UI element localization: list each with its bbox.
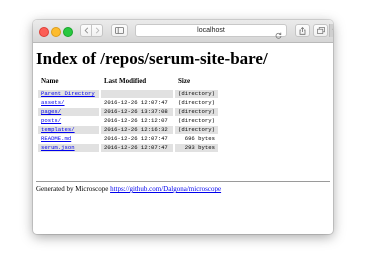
size-cell: (directory) — [178, 99, 215, 106]
horizontal-rule — [36, 181, 330, 182]
size-cell: (directory) — [175, 108, 218, 116]
name-cell: pages/ — [38, 108, 99, 116]
size-column-header: Size — [178, 77, 191, 85]
share-button[interactable] — [295, 24, 310, 37]
browser-window: localhost + Index of /repos/serum-site-b… — [33, 20, 333, 234]
entry-link[interactable]: templates/ — [41, 126, 75, 133]
browser-toolbar: localhost + — [33, 20, 333, 43]
size-cell: 293 bytes — [175, 144, 218, 152]
table-row: pages/ 2016-12-26 13:37:08 (directory) — [38, 108, 218, 116]
entry-link[interactable]: pages/ — [41, 108, 61, 115]
share-icon — [299, 26, 306, 35]
close-window-button[interactable] — [39, 27, 49, 37]
table-row: README.md 2016-12-26 12:07:47 696 bytes — [38, 135, 218, 143]
table-row: Parent Directory (directory) — [38, 90, 218, 98]
chevron-right-icon — [95, 27, 100, 34]
sidebar-toggle-button[interactable] — [111, 24, 128, 37]
sidebar-icon — [115, 27, 124, 34]
minimize-window-button[interactable] — [51, 27, 61, 37]
entry-link[interactable]: posts/ — [41, 117, 61, 124]
reload-icon[interactable] — [275, 26, 282, 44]
modified-cell: 2016-12-26 12:12:07 — [104, 117, 168, 124]
zoom-window-button[interactable] — [63, 27, 73, 37]
footer: Generated by Microscope https://github.c… — [36, 185, 221, 193]
name-column-header: Name — [41, 77, 59, 85]
name-cell: README.md — [38, 135, 99, 143]
directory-listing: Name Last Modified Size Parent Directory… — [36, 76, 220, 153]
tabs-icon — [316, 27, 325, 34]
footer-text: Generated by Microscope — [36, 185, 109, 193]
entry-link[interactable]: serum.json — [41, 144, 75, 151]
page-content: Index of /repos/serum-site-bare/ Name La… — [36, 44, 333, 234]
table-row: posts/ 2016-12-26 12:12:07 (directory) — [38, 117, 218, 125]
parent-directory-link[interactable]: Parent Directory — [41, 90, 95, 97]
modified-cell: 2016-12-26 12:07:47 — [104, 99, 168, 106]
table-row: serum.json 2016-12-26 12:07:47 293 bytes — [38, 144, 218, 152]
tab-overview-button[interactable] — [313, 24, 328, 37]
size-cell: (directory) — [175, 90, 218, 98]
microscope-link[interactable]: https://github.com/Dalgona/microscope — [110, 185, 221, 193]
size-cell: (directory) — [178, 117, 215, 124]
page-title: Index of /repos/serum-site-bare/ — [36, 49, 268, 68]
name-cell: assets/ — [38, 99, 99, 107]
chevron-left-icon — [84, 27, 89, 34]
modified-cell: 2016-12-26 12:07:47 — [101, 144, 173, 152]
address-bar[interactable]: localhost — [135, 24, 287, 39]
name-cell: Parent Directory — [38, 90, 99, 98]
modified-cell: 2016-12-26 13:37:08 — [101, 108, 173, 116]
entry-link[interactable]: assets/ — [41, 99, 65, 106]
name-cell: templates/ — [38, 126, 99, 134]
name-cell: posts/ — [38, 117, 99, 125]
modified-column-header: Last Modified — [104, 77, 147, 85]
modified-cell — [101, 90, 173, 98]
url-text[interactable]: localhost — [136, 25, 286, 36]
table-row: assets/ 2016-12-26 12:07:47 (directory) — [38, 99, 218, 107]
modified-cell: 2016-12-26 12:16:32 — [101, 126, 173, 134]
modified-cell: 2016-12-26 12:07:47 — [104, 135, 168, 142]
header-row: Name Last Modified Size — [38, 77, 218, 89]
size-cell: 696 bytes — [184, 135, 215, 142]
name-cell: serum.json — [38, 144, 99, 152]
entry-link[interactable]: README.md — [41, 135, 71, 142]
table-row: templates/ 2016-12-26 12:16:32 (director… — [38, 126, 218, 134]
forward-button[interactable] — [91, 24, 103, 37]
new-tab-button[interactable]: + — [329, 24, 333, 37]
size-cell: (directory) — [175, 126, 218, 134]
